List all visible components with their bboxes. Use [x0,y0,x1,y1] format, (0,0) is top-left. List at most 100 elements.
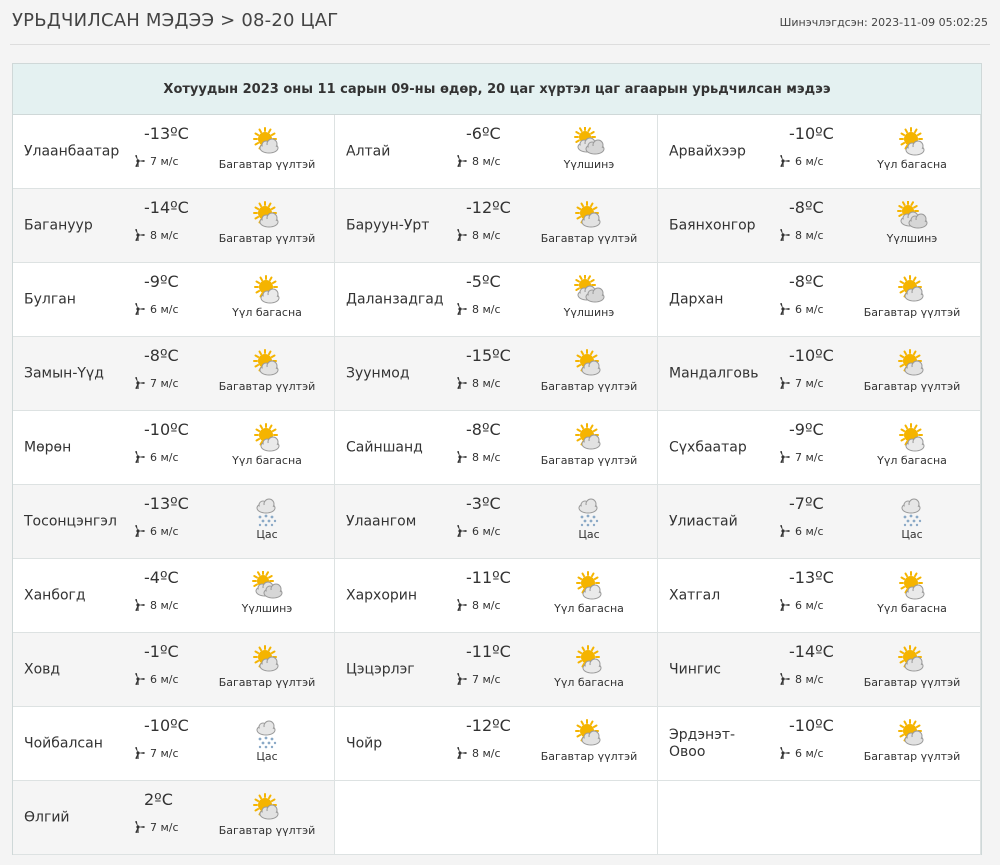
city-name: Булган [24,291,76,307]
wind-speed: 7 м/с [778,376,824,390]
temperature: -5ºC [466,272,501,291]
wind-icon [778,746,792,760]
wind-speed: 7 м/с [778,450,824,464]
wind-icon [455,154,469,168]
wind-value: 8 м/с [472,746,501,760]
condition-label: Багавтар үүлтэй [218,158,316,171]
wind-icon [133,672,147,686]
condition-label: Цас [901,528,923,541]
wind-icon [133,376,147,390]
city-forecast-cell: Улаанбаатар -13ºC 7 м/с Багавтар үүлтэй [13,115,335,189]
empty-cell [658,781,981,855]
wind-icon [133,302,147,316]
wind-icon [778,450,792,464]
wind-value: 7 м/с [795,376,824,390]
wind-icon [778,228,792,242]
temperature: -1ºC [144,642,179,661]
weather-condition: Үүлшинэ [521,127,657,171]
weather-condition: Багавтар үүлтэй [521,349,657,393]
wind-value: 6 м/с [795,524,824,538]
city-name: Хархорин [346,587,418,603]
temperature: -13ºC [144,494,189,513]
temperature: -6ºC [466,124,501,143]
weather-condition: Үүл багасна [844,423,980,467]
condition-label: Цас [578,528,600,541]
weather-condition: Үүл багасна [199,423,335,467]
condition-label: Багавтар үүлтэй [218,676,316,689]
wind-value: 6 м/с [795,302,824,316]
condition-label: Багавтар үүлтэй [863,750,961,763]
sun-small-cloud-icon [521,571,657,601]
wind-value: 7 м/с [150,820,179,834]
temperature: -9ºC [789,420,824,439]
wind-speed: 6 м/с [133,672,179,686]
condition-label: Багавтар үүлтэй [218,824,316,837]
wind-icon [133,746,147,760]
weather-condition: Цас [521,497,657,541]
city-name: Сүхбаатар [669,439,747,455]
city-forecast-cell: Алтай -6ºC 8 м/с Үүлшинэ [335,115,658,189]
temperature: -10ºC [144,420,189,439]
wind-icon [455,524,469,538]
condition-label: Үүлшинэ [241,602,293,615]
weather-condition: Багавтар үүлтэй [844,349,980,393]
condition-label: Багавтар үүлтэй [540,232,638,245]
city-name: Замын-Үүд [24,365,104,381]
city-name: Сайншанд [346,439,423,455]
wind-value: 8 м/с [472,450,501,464]
city-forecast-cell: Хатгал -13ºC 6 м/с Үүл багасна [658,559,981,633]
sun-cloud-icon [521,423,657,453]
city-name: Ханбогд [24,587,86,603]
sun-cloud-icon [844,275,980,305]
condition-label: Багавтар үүлтэй [863,306,961,319]
sun-cloud-icon [521,201,657,231]
temperature: -11ºC [466,642,511,661]
weather-condition: Үүл багасна [844,571,980,615]
wind-icon [778,598,792,612]
temperature: -10ºC [789,346,834,365]
weather-condition: Үүл багасна [199,275,335,319]
page-title: УРЬДЧИЛСАН МЭДЭЭ > 08-20 ЦАГ [12,10,339,31]
city-name: Чойбалсан [24,735,103,751]
temperature: -14ºC [144,198,189,217]
sun-cloud-icon [199,201,335,231]
snow-icon [199,497,335,527]
wind-icon [133,228,147,242]
weather-condition: Үүл багасна [844,127,980,171]
snow-icon [844,497,980,527]
wind-icon [778,524,792,538]
temperature: -10ºC [789,716,834,735]
cloudy-sun-icon [521,127,657,157]
sun-cloud-icon [199,645,335,675]
wind-speed: 8 м/с [778,228,824,242]
weather-condition: Багавтар үүлтэй [844,645,980,689]
temperature: -10ºC [144,716,189,735]
wind-value: 6 м/с [150,302,179,316]
city-forecast-cell: Сүхбаатар -9ºC 7 м/с Үүл багасна [658,411,981,485]
sun-small-cloud-icon [844,571,980,601]
wind-icon [778,672,792,686]
condition-label: Үүл багасна [877,602,947,615]
wind-value: 6 м/с [150,672,179,686]
condition-label: Багавтар үүлтэй [540,454,638,467]
condition-label: Үүл багасна [554,602,624,615]
wind-speed: 8 м/с [133,228,179,242]
sun-small-cloud-icon [844,423,980,453]
wind-value: 8 м/с [150,598,179,612]
wind-speed: 8 м/с [778,672,824,686]
condition-label: Үүл багасна [232,454,302,467]
condition-label: Үүлшинэ [563,158,615,171]
wind-value: 8 м/с [795,672,824,686]
wind-speed: 8 м/с [133,598,179,612]
temperature: -8ºC [144,346,179,365]
sun-small-cloud-icon [521,645,657,675]
city-forecast-cell: Зуунмод -15ºC 8 м/с Багавтар үүлтэй [335,337,658,411]
city-forecast-cell: Цэцэрлэг -11ºC 7 м/с Үүл багасна [335,633,658,707]
city-name: Арвайхээр [669,143,746,159]
temperature: -13ºC [789,568,834,587]
condition-label: Үүл багасна [877,158,947,171]
city-name: Эрдэнэт-Овоо [669,726,736,760]
weather-condition: Үүл багасна [521,645,657,689]
wind-speed: 6 м/с [778,746,824,760]
wind-speed: 7 м/с [133,154,179,168]
